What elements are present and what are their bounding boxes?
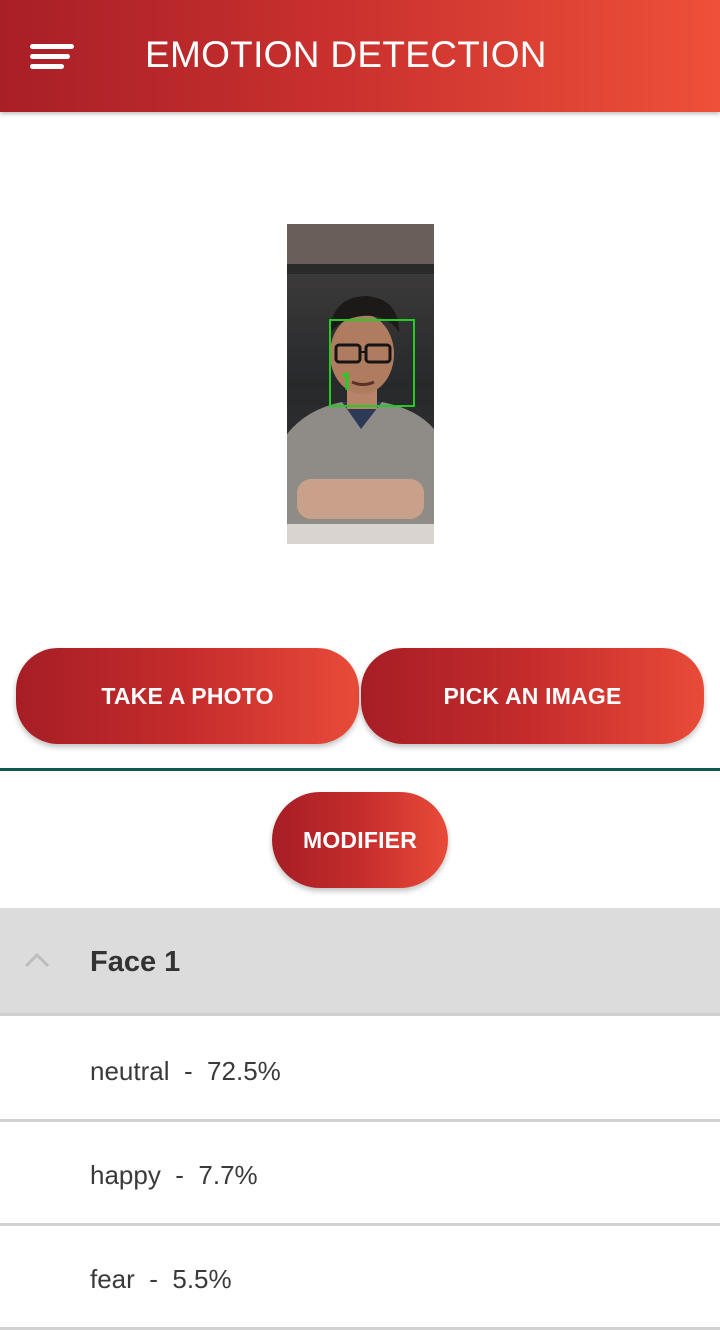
emotion-text: happy - 7.7% [90, 1160, 258, 1190]
face-section-header[interactable]: Face 1 [0, 908, 720, 1016]
pick-image-button[interactable]: PICK AN IMAGE [361, 648, 704, 744]
emotion-row: happy - 7.7% [0, 1122, 720, 1226]
chevron-up-icon [24, 952, 50, 968]
app-bar: EMOTION DETECTION [0, 0, 720, 112]
emotion-row: fear - 5.5% [0, 1226, 720, 1330]
face-label: Face 1 [90, 946, 181, 978]
emotion-text: neutral - 72.5% [90, 1056, 281, 1086]
take-photo-button[interactable]: TAKE A PHOTO [16, 648, 359, 744]
selected-photo [287, 224, 434, 544]
modifier-button[interactable]: MODIFIER [272, 792, 448, 888]
section-divider [0, 768, 720, 771]
emotion-row: neutral - 72.5% [0, 1018, 720, 1122]
app-title: EMOTION DETECTION [145, 34, 547, 75]
menu-icon[interactable] [30, 40, 80, 74]
